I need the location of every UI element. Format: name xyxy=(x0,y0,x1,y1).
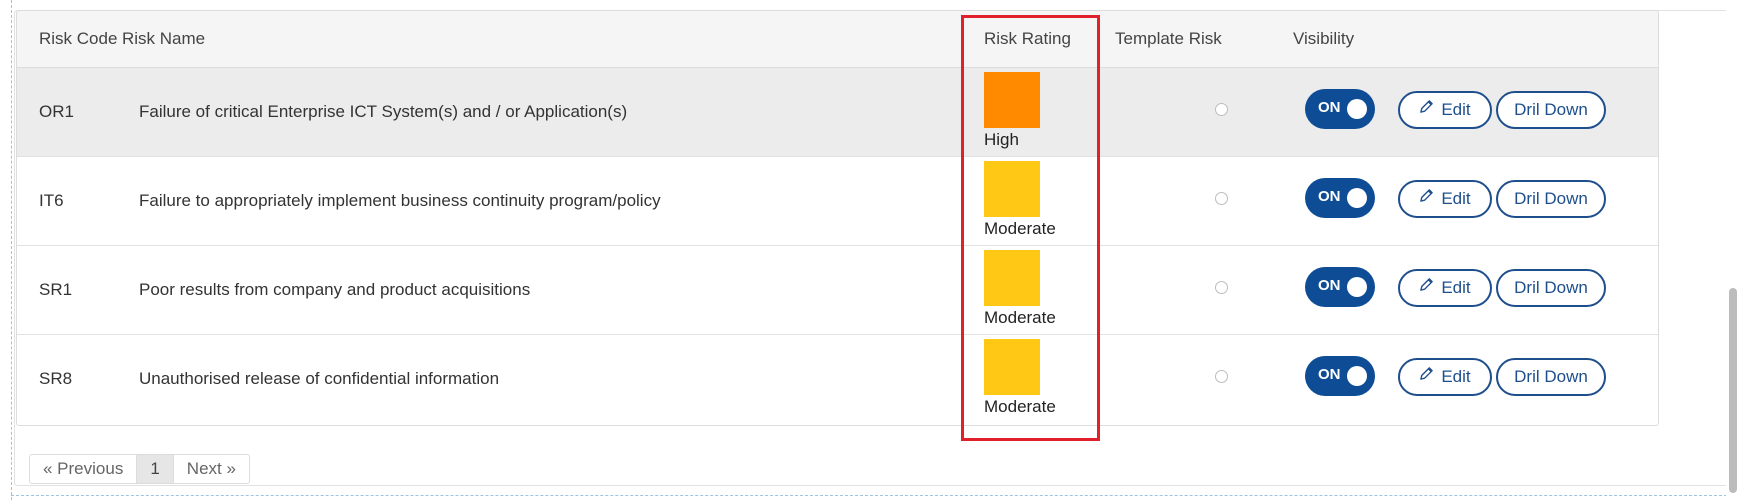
template-risk-radio[interactable] xyxy=(1215,281,1228,294)
risk-code: SR8 xyxy=(39,369,73,388)
visibility-toggle[interactable]: ON xyxy=(1305,267,1375,307)
frame-guide-left xyxy=(11,0,12,500)
risk-name: Unauthorised release of confidential inf… xyxy=(139,369,500,388)
header-risk-code[interactable]: Risk Code xyxy=(39,11,117,67)
toggle-knob xyxy=(1347,366,1367,386)
toggle-knob xyxy=(1347,99,1367,119)
edit-button[interactable]: Edit xyxy=(1398,180,1492,218)
pencil-icon xyxy=(1419,270,1434,304)
template-risk-radio[interactable] xyxy=(1215,192,1228,205)
visibility-toggle[interactable]: ON xyxy=(1305,89,1375,129)
edit-button[interactable]: Edit xyxy=(1398,269,1492,307)
table-header: Risk Code Risk Name Risk Rating Template… xyxy=(17,11,1658,68)
drill-down-button[interactable]: Dril Down xyxy=(1496,91,1606,129)
drill-down-button-label: Dril Down xyxy=(1514,367,1588,386)
pencil-icon xyxy=(1419,92,1434,126)
pagination-next[interactable]: Next » xyxy=(174,455,249,483)
visibility-toggle-label: ON xyxy=(1318,277,1341,294)
drill-down-button[interactable]: Dril Down xyxy=(1496,180,1606,218)
visibility-toggle[interactable]: ON xyxy=(1305,178,1375,218)
drill-down-button[interactable]: Dril Down xyxy=(1496,358,1606,396)
drill-down-button-label: Dril Down xyxy=(1514,100,1588,119)
edit-button-label: Edit xyxy=(1441,367,1471,386)
edit-button-label: Edit xyxy=(1441,189,1471,208)
risk-code: SR1 xyxy=(39,280,73,299)
header-visibility[interactable]: Visibility xyxy=(1293,11,1354,67)
toggle-knob xyxy=(1347,277,1367,297)
risk-name: Poor results from company and product ac… xyxy=(139,280,531,299)
risk-name: Failure to appropriately implement busin… xyxy=(139,191,661,210)
header-risk-name[interactable]: Risk Name xyxy=(122,11,205,67)
pagination-page-current[interactable]: 1 xyxy=(136,455,174,483)
risk-table: Risk Code Risk Name Risk Rating Template… xyxy=(16,10,1659,426)
scrollbar-thumb[interactable] xyxy=(1729,288,1737,493)
edit-button-label: Edit xyxy=(1441,100,1471,119)
header-template-risk[interactable]: Template Risk xyxy=(1115,11,1222,67)
template-risk-radio[interactable] xyxy=(1215,103,1228,116)
edit-button[interactable]: Edit xyxy=(1398,91,1492,129)
risk-rating-highlight xyxy=(961,15,1100,441)
pagination: « Previous 1 Next » xyxy=(29,454,250,484)
visibility-toggle-label: ON xyxy=(1318,366,1341,383)
table-row[interactable]: SR8 Unauthorised release of confidential … xyxy=(17,335,1658,423)
table-row[interactable]: OR1 Failure of critical Enterprise ICT Sy… xyxy=(17,68,1658,157)
template-risk-radio[interactable] xyxy=(1215,370,1228,383)
pagination-previous[interactable]: « Previous xyxy=(30,455,136,483)
frame-guide-bottom xyxy=(11,495,1727,496)
drill-down-button-label: Dril Down xyxy=(1514,278,1588,297)
risk-name: Failure of critical Enterprise ICT Syste… xyxy=(139,102,628,121)
toggle-knob xyxy=(1347,188,1367,208)
visibility-toggle-label: ON xyxy=(1318,188,1341,205)
risk-code: OR1 xyxy=(39,102,74,121)
pencil-icon xyxy=(1419,181,1434,215)
edit-button[interactable]: Edit xyxy=(1398,358,1492,396)
visibility-toggle[interactable]: ON xyxy=(1305,356,1375,396)
pencil-icon xyxy=(1419,359,1434,393)
drill-down-button[interactable]: Dril Down xyxy=(1496,269,1606,307)
drill-down-button-label: Dril Down xyxy=(1514,189,1588,208)
table-row[interactable]: IT6 Failure to appropriately implement bu… xyxy=(17,157,1658,246)
risk-code: IT6 xyxy=(39,191,64,210)
edit-button-label: Edit xyxy=(1441,278,1471,297)
table-row[interactable]: SR1 Poor results from company and product… xyxy=(17,246,1658,335)
visibility-toggle-label: ON xyxy=(1318,99,1341,116)
